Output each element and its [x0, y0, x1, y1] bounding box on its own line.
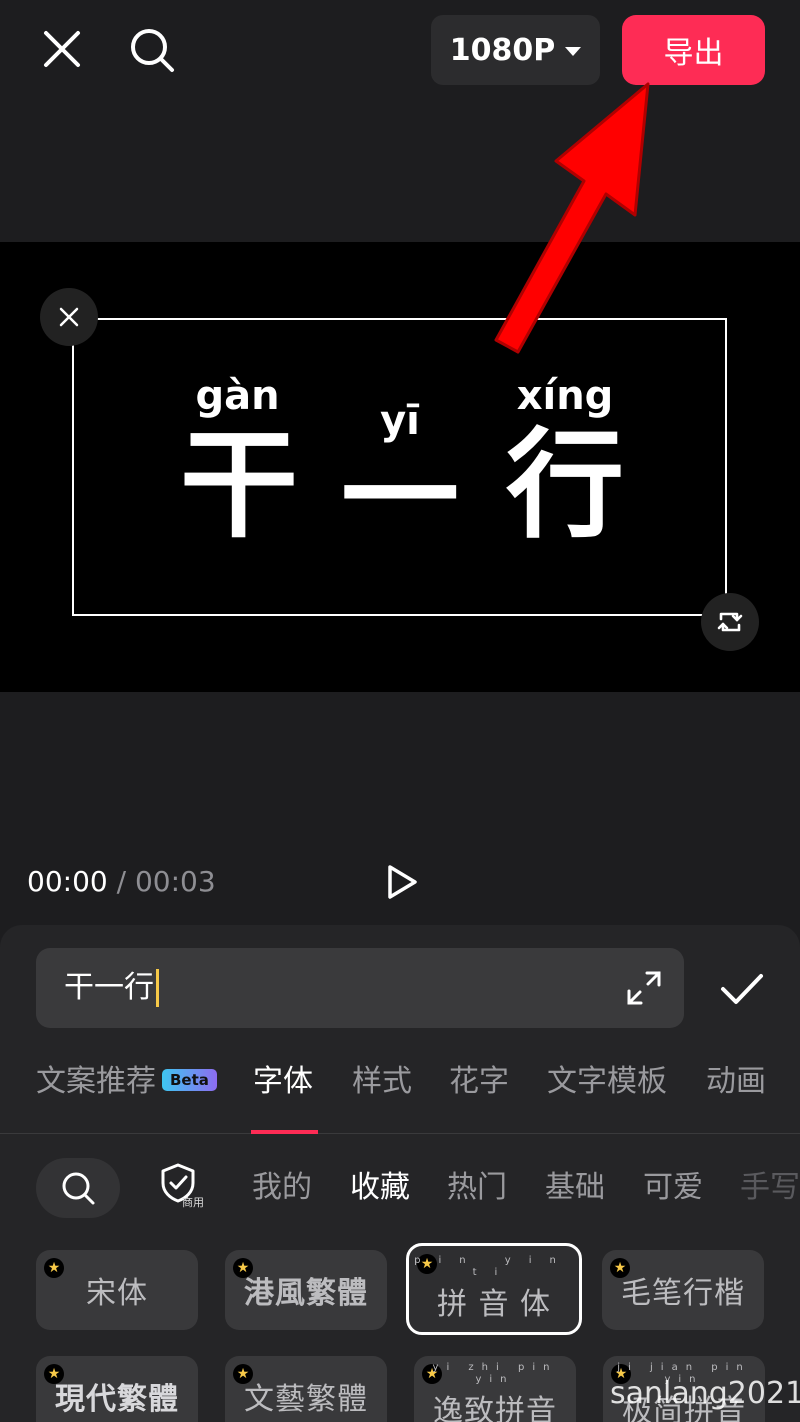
font-name: 拼 音 体 [436, 1287, 552, 1322]
star-icon: ★ [610, 1258, 630, 1278]
tab-text-template[interactable]: 文字模板 [547, 1062, 667, 1102]
top-bar: 1080P 导出 [0, 0, 800, 100]
font-pinyin: yi zhi pin yin [432, 1362, 558, 1385]
tab-fancy-text[interactable]: 花字 [449, 1062, 509, 1102]
font-name: 逸致拼音 [433, 1394, 557, 1422]
delete-text-icon[interactable] [40, 288, 98, 346]
hanzi-text: 行 [505, 416, 624, 554]
font-card-modern-traditional[interactable]: ★ 現代繁體 [36, 1356, 198, 1422]
expand-icon[interactable] [622, 966, 666, 1010]
tab-animation[interactable]: 动画 [706, 1062, 766, 1102]
star-icon: ★ [233, 1364, 253, 1384]
preview-char: xíng 行 [495, 372, 635, 550]
resolution-dropdown[interactable]: 1080P [431, 15, 600, 85]
font-name: 毛笔行楷 [621, 1276, 745, 1311]
rotate-scale-icon[interactable] [701, 593, 759, 651]
resolution-label: 1080P [449, 32, 556, 68]
close-icon[interactable] [32, 24, 92, 74]
font-preview: pin yin ti 拼 音 体 [409, 1255, 579, 1323]
font-card-songti[interactable]: ★ 宋体 [36, 1250, 198, 1330]
play-icon[interactable] [378, 858, 426, 906]
text-caret [156, 969, 159, 1007]
time-separator: / [116, 865, 127, 898]
font-card-literary-traditional[interactable]: ★ 文藝繁體 [225, 1356, 387, 1422]
hanzi-text: 一 [340, 428, 459, 566]
beta-badge: Beta [162, 1068, 217, 1091]
font-name: 宋体 [86, 1276, 148, 1311]
star-icon: ★ [44, 1364, 64, 1384]
category-favorites[interactable]: 收藏 [350, 1168, 410, 1208]
watermark-text: sanlang2021 [610, 1376, 800, 1411]
active-tab-indicator [251, 1130, 318, 1134]
category-cute[interactable]: 可爱 [643, 1168, 703, 1208]
chevron-down-icon [565, 46, 582, 56]
preview-char: yī 一 [340, 397, 460, 566]
category-mine[interactable]: 我的 [252, 1168, 312, 1208]
tab-copy-recommend[interactable]: 文案推荐 Beta [36, 1062, 217, 1102]
current-time: 00:00 [27, 865, 108, 898]
font-card-brush[interactable]: ★ 毛笔行楷 [602, 1250, 764, 1330]
tab-label: 文案推荐 [36, 1064, 156, 1099]
commercial-label: 商用 [182, 1196, 204, 1209]
preview-char: gàn 干 [180, 372, 299, 554]
text-input-field[interactable]: 干一行 [36, 948, 684, 1028]
tab-style[interactable]: 样式 [352, 1062, 412, 1102]
star-icon: ★ [44, 1258, 64, 1278]
font-name: 現代繁體 [55, 1382, 179, 1417]
font-search-button[interactable] [36, 1158, 120, 1218]
commercial-filter[interactable]: 商用 [158, 1162, 212, 1212]
export-button[interactable]: 导出 [622, 15, 765, 85]
search-icon[interactable] [122, 22, 182, 78]
playback-time: 00:00 / 00:03 [27, 862, 216, 902]
font-card-pinyin[interactable]: ★ pin yin ti 拼 音 体 [406, 1243, 582, 1335]
text-input-value[interactable]: 干一行 [64, 948, 159, 1028]
confirm-check-icon[interactable] [716, 966, 768, 1012]
font-card-hk-traditional[interactable]: ★ 港風繁體 [225, 1250, 387, 1330]
font-preview: yi zhi pin yin 逸致拼音 [414, 1362, 576, 1422]
hanzi-text: 干 [180, 416, 299, 554]
font-name: 文藝繁體 [244, 1382, 368, 1417]
font-card-yizhi-pinyin[interactable]: ★ yi zhi pin yin 逸致拼音 [414, 1356, 576, 1422]
category-hot[interactable]: 热门 [447, 1168, 507, 1208]
pinyin-text: xíng [516, 373, 614, 419]
font-name: 港風繁體 [244, 1276, 368, 1311]
font-pinyin: pin yin ti [414, 1255, 574, 1278]
category-handwriting[interactable]: 手写 [740, 1168, 800, 1208]
total-time: 00:03 [134, 865, 216, 898]
editor-tabs: 文案推荐 Beta 字体 样式 花字 文字模板 动画 [0, 1050, 800, 1134]
star-icon: ★ [233, 1258, 253, 1278]
input-text: 干一行 [64, 970, 154, 1005]
category-basic[interactable]: 基础 [545, 1168, 605, 1208]
pinyin-text: gàn [195, 373, 280, 419]
tab-font[interactable]: 字体 [253, 1062, 313, 1102]
